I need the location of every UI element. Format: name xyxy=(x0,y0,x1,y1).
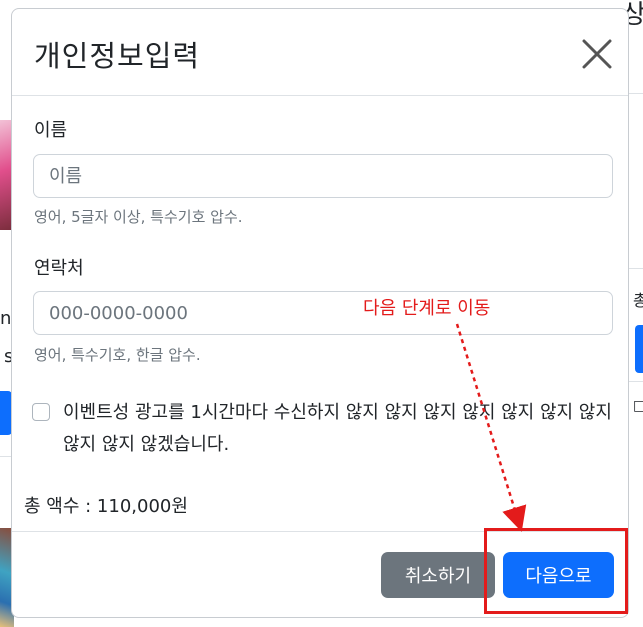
ad-consent-label[interactable]: 이벤트성 광고를 1시간마다 수신하지 않지 않지 않지 않지 않지 않지 않지… xyxy=(63,397,618,461)
close-icon xyxy=(582,39,612,69)
background-divider xyxy=(629,268,643,269)
phone-label: 연락처 xyxy=(34,258,84,279)
modal-header: 개인정보입력 xyxy=(12,9,628,96)
annotation-highlight-box xyxy=(484,528,628,614)
personal-info-modal: 개인정보입력 이름 영어, 5글자 이상, 특수기호 압수. 연락처 영어, 특… xyxy=(11,8,629,618)
background-divider xyxy=(0,456,11,457)
name-help-text: 영어, 5글자 이상, 특수기호 압수. xyxy=(34,208,243,226)
name-label: 이름 xyxy=(34,120,68,141)
annotation-label: 다음 단계로 이동 xyxy=(363,298,491,319)
cancel-button[interactable]: 취소하기 xyxy=(381,552,495,598)
background-divider xyxy=(629,93,643,94)
name-input[interactable] xyxy=(33,154,613,198)
phone-help-text: 영어, 특수기호, 한글 압수. xyxy=(34,346,201,364)
background-text-right-2: □ xyxy=(633,398,643,414)
close-button[interactable] xyxy=(582,39,612,69)
phone-input[interactable] xyxy=(33,291,613,335)
background-text-left-1: n xyxy=(0,308,12,329)
modal-title: 개인정보입력 xyxy=(34,39,201,73)
background-text-right-1: 총 xyxy=(633,291,643,310)
total-amount: 총 액수 : 110,000원 xyxy=(24,496,188,517)
ad-consent-checkbox[interactable] xyxy=(32,403,50,421)
background-divider xyxy=(629,381,643,382)
background-button-right xyxy=(635,325,643,373)
